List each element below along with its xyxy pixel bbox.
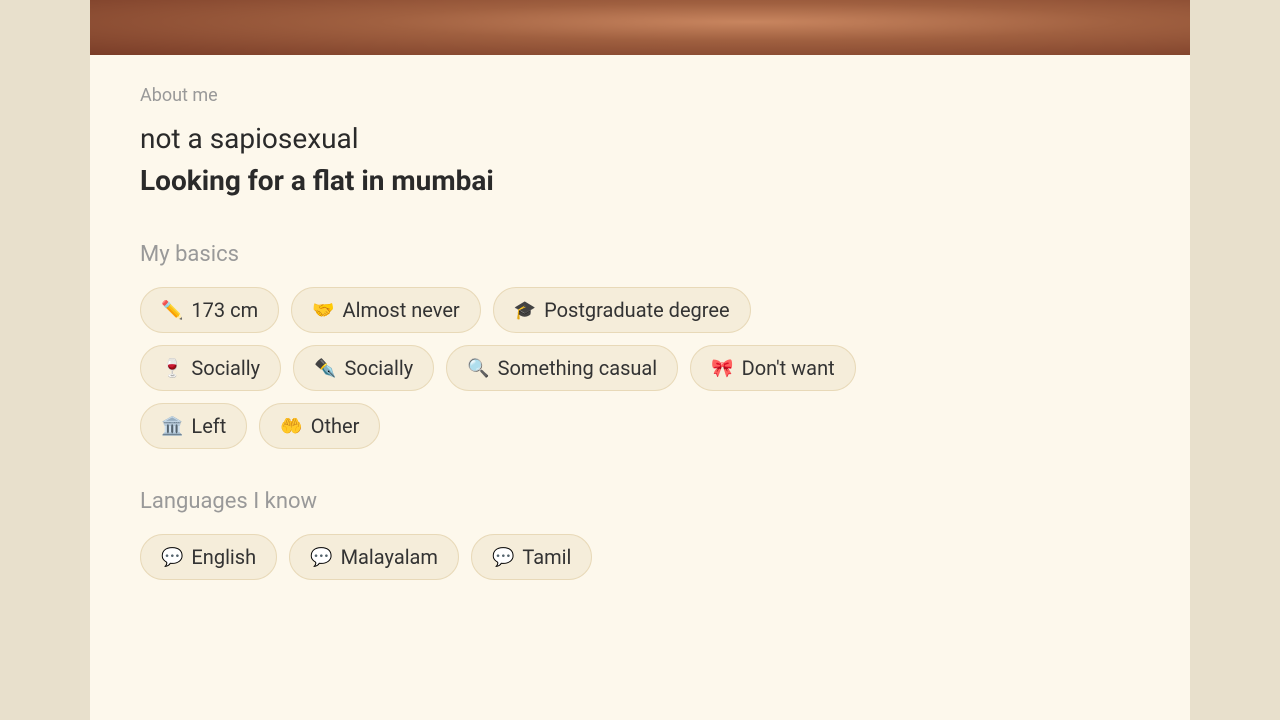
graduation-icon: 🎓	[514, 300, 536, 321]
tag-kids: 🎀 Don't want	[690, 345, 855, 391]
tag-education: 🎓 Postgraduate degree	[493, 287, 751, 333]
basics-tags-row-1: ✏️ 173 cm 🤝 Almost never 🎓 Postgraduate …	[140, 287, 1140, 333]
hands-icon: 🤲	[280, 416, 302, 437]
basics-tags-row-2: 🍷 Socially ✒️ Socially 🔍 Something casua…	[140, 345, 1140, 391]
about-text: not a sapiosexual Looking for a flat in …	[140, 118, 1140, 202]
search-icon: 🔍	[467, 358, 489, 379]
tag-english-label: English	[191, 545, 256, 569]
main-content: About me not a sapiosexual Looking for a…	[90, 55, 1190, 640]
tag-politics-label: Left	[191, 414, 226, 438]
tag-english: 💬 English	[140, 534, 277, 580]
page-container: About me not a sapiosexual Looking for a…	[90, 0, 1190, 720]
basics-section: My basics ✏️ 173 cm 🤝 Almost never 🎓 Pos…	[140, 242, 1140, 449]
tag-smoking-label: Socially	[345, 356, 414, 380]
basics-tags-row-3: 🏛️ Left 🤲 Other	[140, 403, 1140, 449]
language-tags-row: 💬 English 💬 Malayalam 💬 Tamil	[140, 534, 1140, 580]
tag-drinking-label: Almost never	[343, 298, 460, 322]
tag-looking-for: 🔍 Something casual	[446, 345, 678, 391]
chat-icon-malayalam: 💬	[310, 547, 332, 568]
tag-smoking: ✒️ Socially	[293, 345, 434, 391]
tag-alcohol: 🍷 Socially	[140, 345, 281, 391]
tag-height: ✏️ 173 cm	[140, 287, 279, 333]
about-line2-strong: Looking for a flat in mumbai	[140, 164, 494, 197]
chat-icon-english: 💬	[161, 547, 183, 568]
about-label: About me	[140, 85, 1140, 106]
ribbon-icon: 🎀	[711, 358, 733, 379]
tag-religion-label: Other	[311, 414, 360, 438]
tag-height-label: 173 cm	[191, 298, 258, 322]
tag-looking-for-label: Something casual	[498, 356, 658, 380]
tag-tamil: 💬 Tamil	[471, 534, 592, 580]
about-line1: not a sapiosexual	[140, 118, 1140, 160]
about-line2: Looking for a flat in mumbai	[140, 160, 1140, 202]
hero-image	[90, 0, 1190, 55]
pen-icon: ✒️	[314, 358, 336, 379]
languages-title: Languages I know	[140, 489, 1140, 514]
about-section: About me not a sapiosexual Looking for a…	[140, 85, 1140, 202]
tag-malayalam-label: Malayalam	[341, 545, 438, 569]
tag-politics: 🏛️ Left	[140, 403, 247, 449]
pencil-icon: ✏️	[161, 300, 183, 321]
tag-alcohol-label: Socially	[191, 356, 260, 380]
bank-icon: 🏛️	[161, 416, 183, 437]
basics-title: My basics	[140, 242, 1140, 267]
wine-icon: 🍷	[161, 358, 183, 379]
tag-kids-label: Don't want	[742, 356, 835, 380]
tag-education-label: Postgraduate degree	[544, 298, 729, 322]
tag-tamil-label: Tamil	[522, 545, 571, 569]
tag-religion: 🤲 Other	[259, 403, 380, 449]
tag-drinking: 🤝 Almost never	[291, 287, 481, 333]
chat-icon-tamil: 💬	[492, 547, 514, 568]
handshake-icon: 🤝	[312, 300, 334, 321]
tag-malayalam: 💬 Malayalam	[289, 534, 459, 580]
languages-section: Languages I know 💬 English 💬 Malayalam 💬…	[140, 489, 1140, 580]
